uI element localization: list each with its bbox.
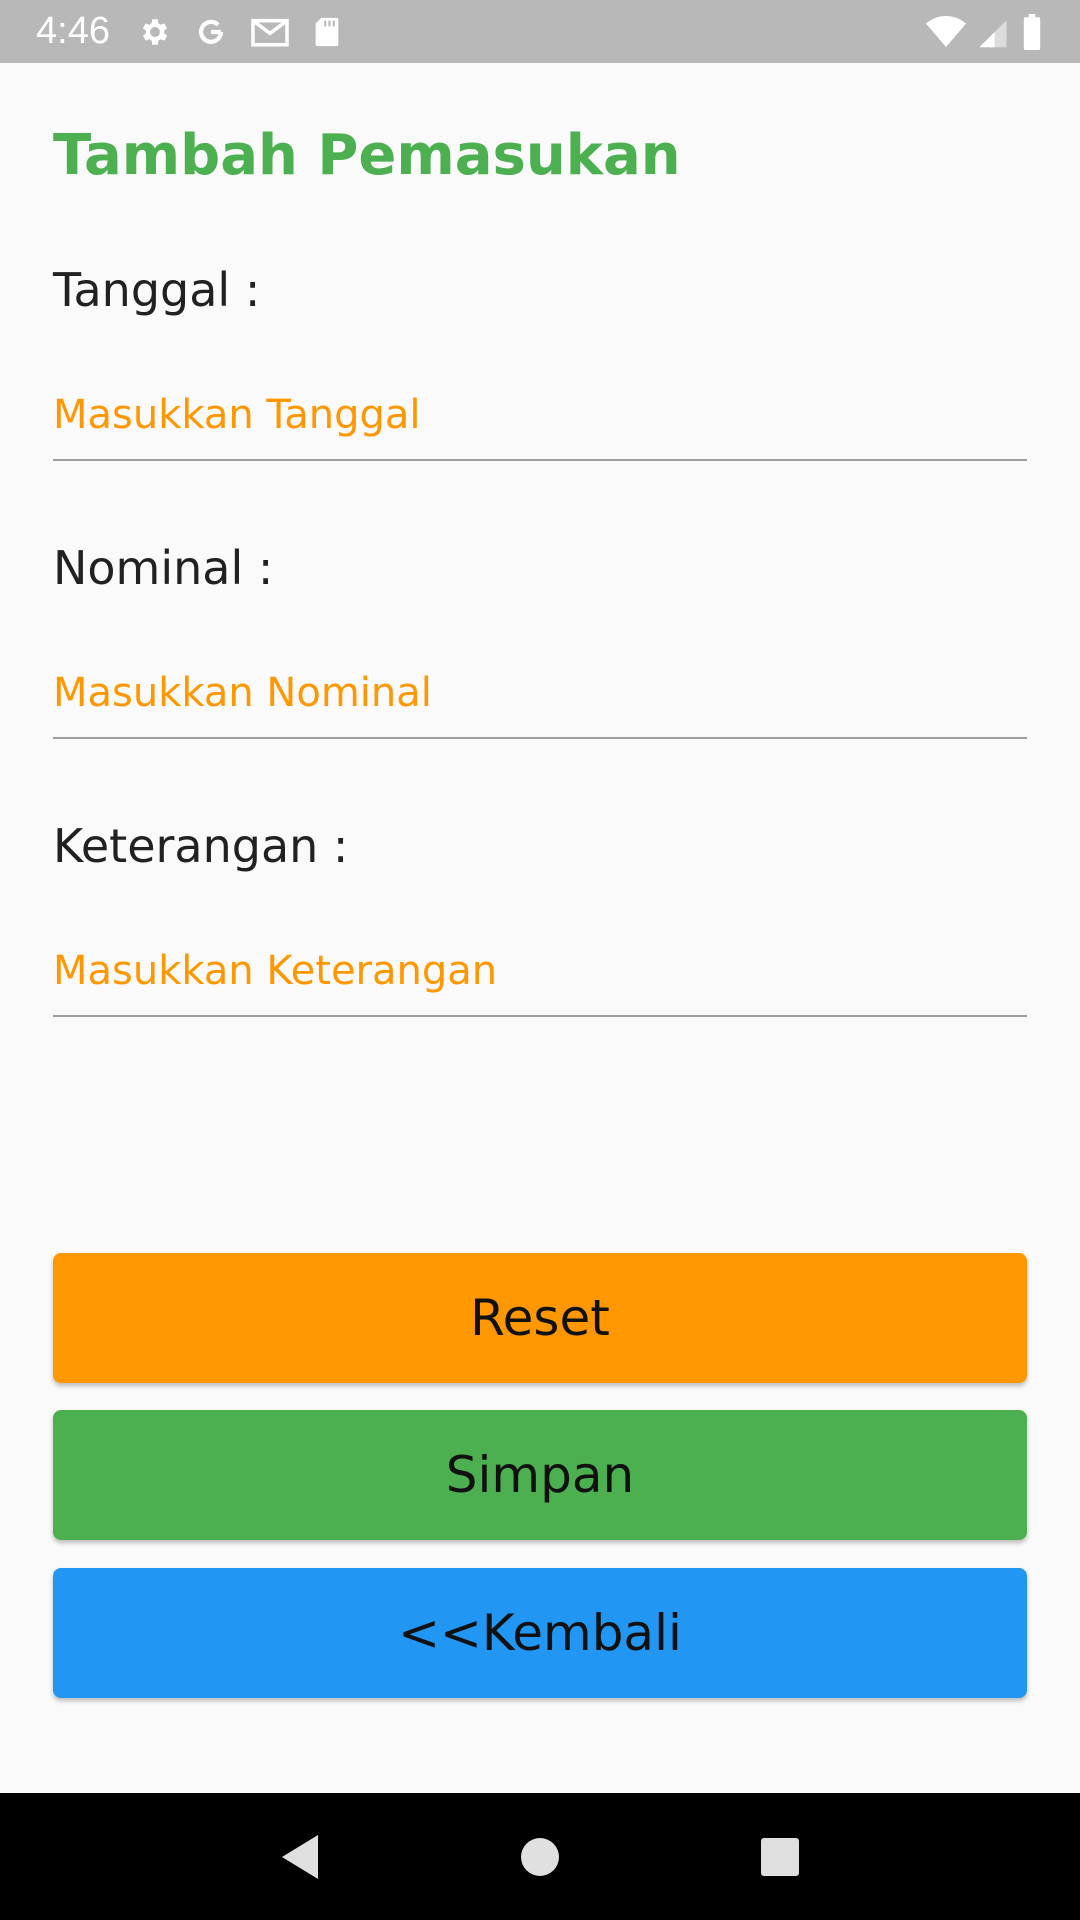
navigation-bar: [0, 1793, 1080, 1920]
nominal-label: Nominal :: [53, 541, 274, 595]
sd-card-icon: [312, 15, 342, 49]
tanggal-input[interactable]: [53, 371, 1027, 461]
tanggal-label: Tanggal :: [53, 263, 261, 317]
status-icons-right: [926, 13, 1044, 50]
signal-icon: [976, 15, 1010, 49]
page-title: Tambah Pemasukan: [53, 123, 681, 188]
google-icon: [194, 15, 228, 49]
status-bar: 4:46: [0, 0, 1080, 63]
wifi-icon: [926, 15, 966, 49]
keterangan-input[interactable]: [53, 927, 1027, 1017]
gear-icon: [138, 15, 172, 49]
save-button[interactable]: Simpan: [53, 1410, 1027, 1540]
keterangan-label: Keterangan :: [53, 819, 349, 873]
status-icons-left: [138, 15, 342, 49]
back-button[interactable]: <<Kembali: [53, 1568, 1027, 1698]
recents-square-icon[interactable]: [740, 1817, 820, 1897]
battery-icon: [1020, 13, 1044, 50]
status-time: 4:46: [36, 10, 110, 52]
nominal-input[interactable]: [53, 649, 1027, 739]
back-triangle-icon[interactable]: [260, 1817, 340, 1897]
home-circle-icon[interactable]: [500, 1817, 580, 1897]
reset-button[interactable]: Reset: [53, 1253, 1027, 1383]
gmail-icon: [250, 15, 290, 49]
